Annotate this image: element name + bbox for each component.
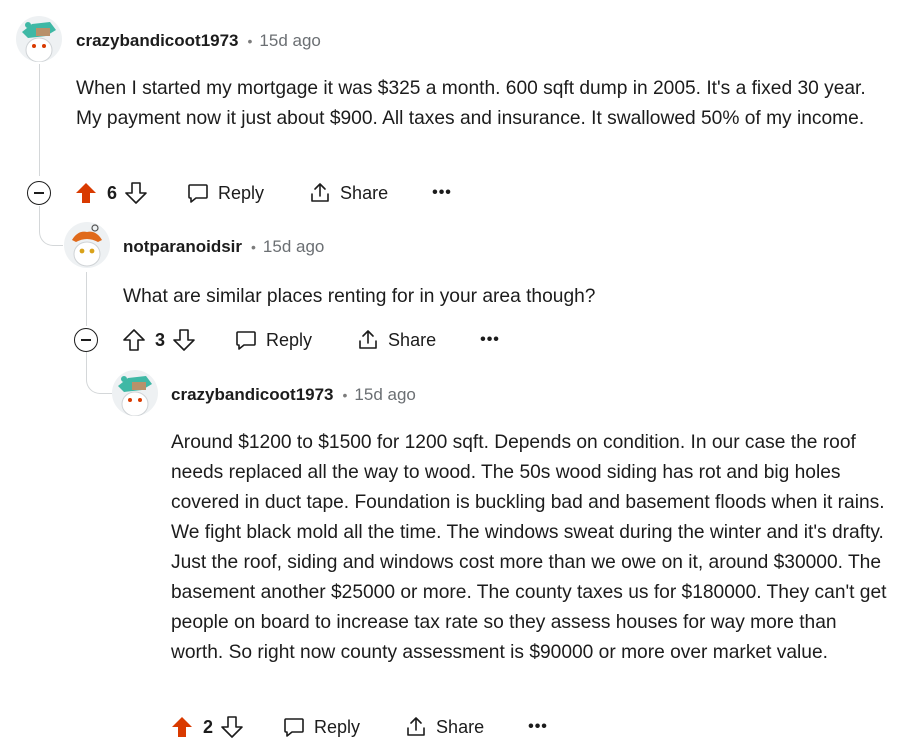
share-label: Share <box>436 716 485 737</box>
avatar[interactable] <box>16 16 62 62</box>
author-name[interactable]: crazybandicoot1973 <box>171 385 334 405</box>
collapse-button[interactable] <box>27 181 51 205</box>
comment-body: What are similar places renting for in y… <box>123 286 596 307</box>
avatar[interactable] <box>112 370 158 416</box>
share-button[interactable]: Share <box>308 181 388 205</box>
timestamp[interactable]: 15d ago <box>263 237 324 257</box>
vote-count: 2 <box>203 716 214 737</box>
comment-meta: crazybandicoot1973 • 15d ago <box>76 30 321 52</box>
reply-label: Reply <box>218 182 265 203</box>
downvote-icon[interactable] <box>220 715 244 739</box>
upvote-icon[interactable] <box>170 715 194 739</box>
share-label: Share <box>340 182 389 203</box>
more-icon[interactable]: ••• <box>480 331 500 349</box>
share-button[interactable]: Share <box>404 715 484 739</box>
reply-label: Reply <box>314 716 361 737</box>
downvote-icon[interactable] <box>124 181 148 205</box>
reply-icon <box>282 715 306 739</box>
meta-separator: • <box>342 387 348 403</box>
share-label: Share <box>388 329 437 350</box>
reply-button[interactable]: Reply <box>234 328 312 352</box>
thread-line-1 <box>39 64 40 176</box>
reply-label: Reply <box>266 329 313 350</box>
author-name[interactable]: crazybandicoot1973 <box>76 31 239 51</box>
upvote-icon[interactable] <box>122 328 146 352</box>
more-icon[interactable]: ••• <box>528 718 548 736</box>
share-icon <box>404 715 428 739</box>
reply-button[interactable]: Reply <box>186 181 264 205</box>
comment-actions: 6 Reply Share ••• <box>74 177 452 209</box>
snoo-avatar-icon <box>72 224 102 267</box>
snoo-avatar-icon <box>118 376 152 416</box>
vote-count: 6 <box>107 182 118 203</box>
timestamp[interactable]: 15d ago <box>354 385 415 405</box>
comment-body: When I started my mortgage it was $325 a… <box>76 78 866 129</box>
meta-separator: • <box>251 239 256 255</box>
downvote-icon[interactable] <box>172 328 196 352</box>
thread-elbow-2 <box>86 352 112 394</box>
comment-actions: 2 Reply Share ••• <box>170 711 548 743</box>
share-button[interactable]: Share <box>356 328 436 352</box>
reply-button[interactable]: Reply <box>282 715 360 739</box>
share-icon <box>308 181 332 205</box>
author-name[interactable]: notparanoidsir <box>123 237 242 257</box>
thread-elbow-1 <box>39 206 63 246</box>
collapse-button[interactable] <box>74 328 98 352</box>
comment-meta: notparanoidsir • 15d ago <box>123 236 324 258</box>
snoo-avatar-icon <box>22 22 56 62</box>
reply-icon <box>234 328 258 352</box>
comment-actions: 3 Reply Share ••• <box>122 324 500 356</box>
timestamp[interactable]: 15d ago <box>259 31 320 51</box>
more-icon[interactable]: ••• <box>432 184 452 202</box>
thread-line-2 <box>86 272 87 326</box>
meta-separator: • <box>247 33 253 49</box>
reply-icon <box>186 181 210 205</box>
share-icon <box>356 328 380 352</box>
comment-body: Around $1200 to $1500 for 1200 sqft. Dep… <box>171 432 887 663</box>
comment-meta: crazybandicoot1973 • 15d ago <box>171 384 416 406</box>
avatar[interactable] <box>64 222 110 268</box>
upvote-icon[interactable] <box>74 181 98 205</box>
vote-count: 3 <box>155 329 166 350</box>
